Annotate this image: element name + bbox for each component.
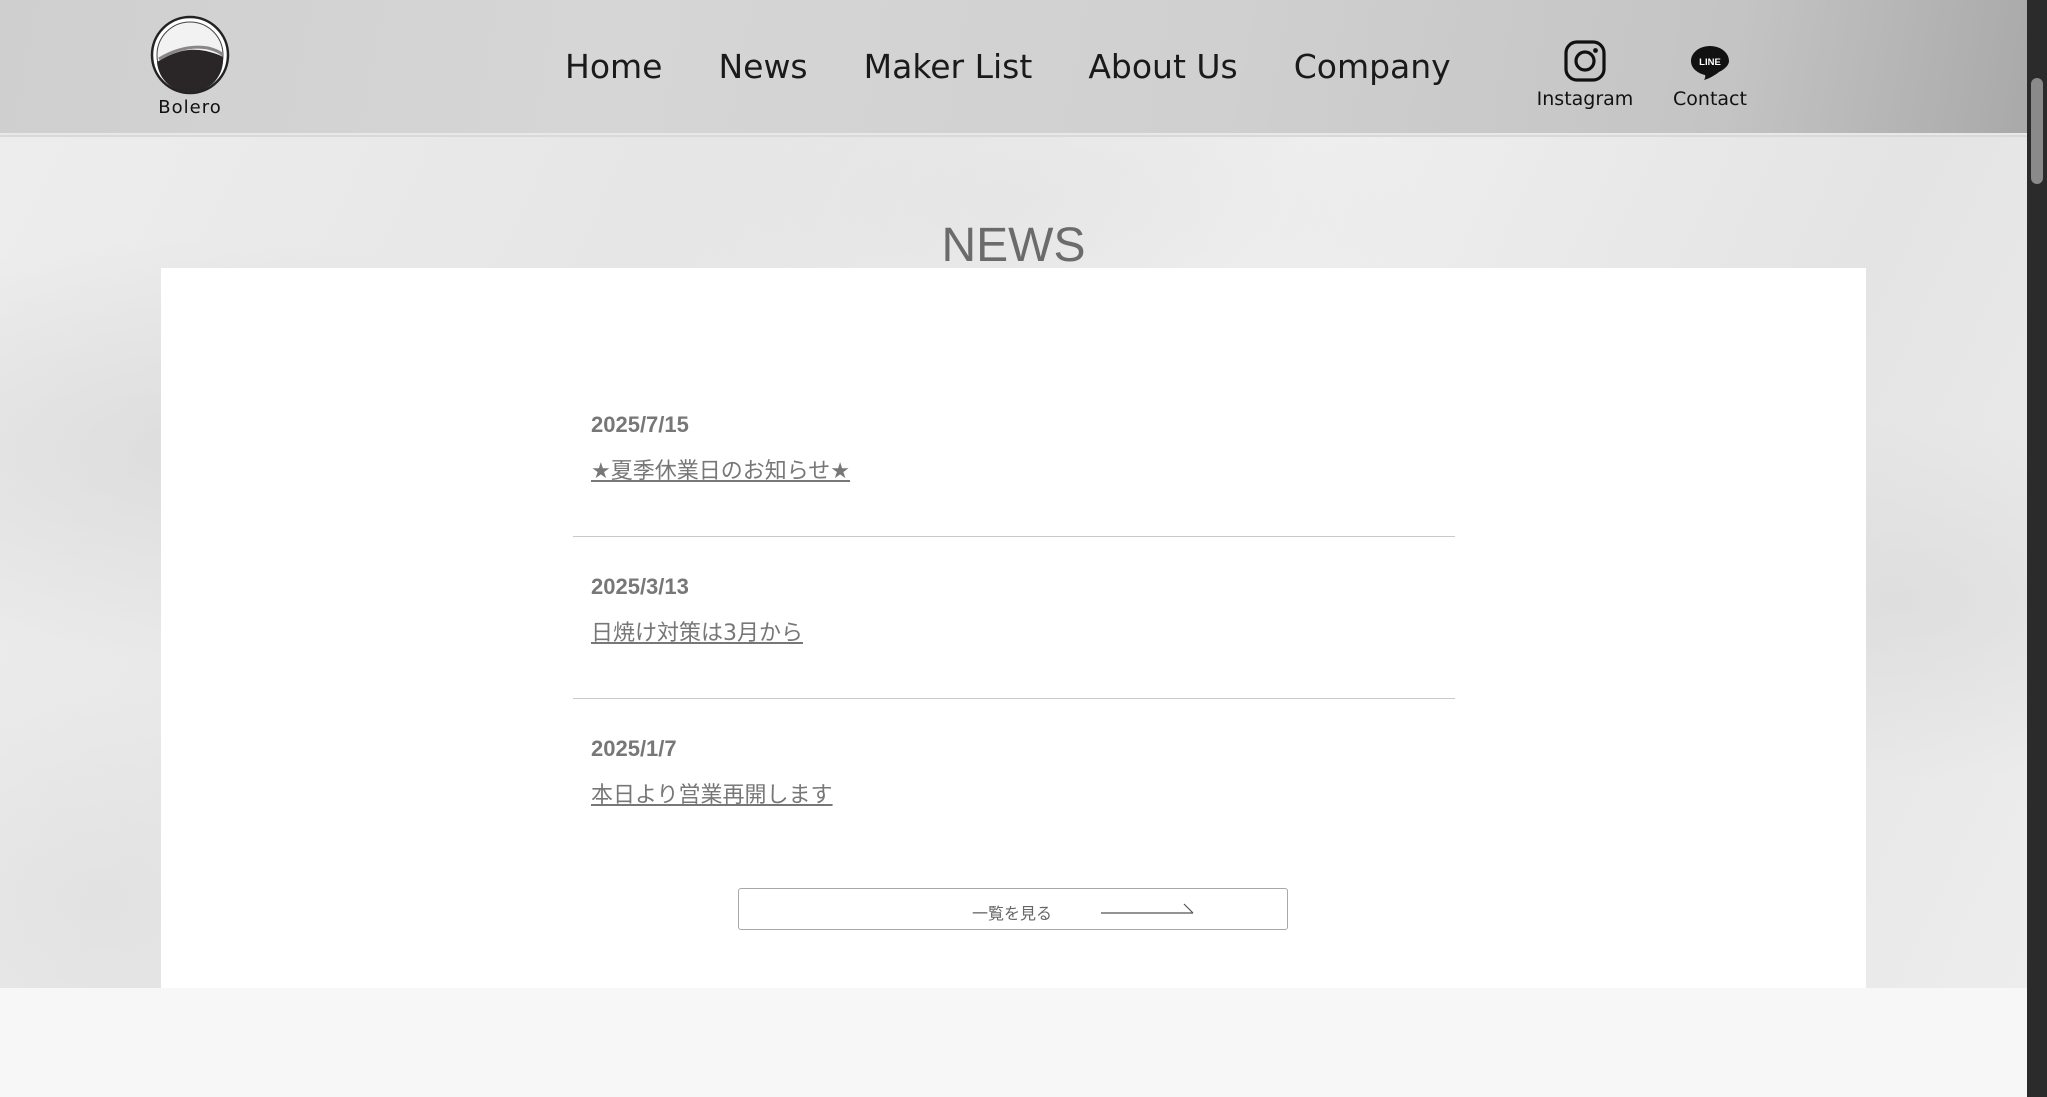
instagram-link[interactable]: Instagram xyxy=(1535,40,1635,110)
news-title-link[interactable]: 本日より営業再開します xyxy=(591,777,833,809)
line-icon-text: LINE xyxy=(1699,57,1721,68)
scrollbar[interactable] xyxy=(2027,0,2047,1097)
instagram-icon xyxy=(1564,40,1606,82)
news-item: 2025/1/7 本日より営業再開します xyxy=(573,699,1455,860)
news-date: 2025/7/15 xyxy=(591,412,689,437)
view-all-label: 一覧を見る xyxy=(972,904,1053,923)
arrow-right-icon xyxy=(1101,903,1194,914)
news-title-link[interactable]: 日焼け対策は3月から xyxy=(591,615,803,647)
news-section-title: NEWS xyxy=(941,219,1086,272)
scrollbar-thumb[interactable] xyxy=(2031,78,2043,184)
logo[interactable]: Bolero xyxy=(148,15,232,118)
news-item: 2025/7/15 ★夏季休業日のお知らせ★ xyxy=(573,375,1455,537)
contact-link[interactable]: LINE Contact xyxy=(1665,44,1755,110)
news-title-link[interactable]: ★夏季休業日のお知らせ★ xyxy=(591,453,850,485)
logo-mark-icon xyxy=(150,15,230,95)
news-item: 2025/3/13 日焼け対策は3月から xyxy=(573,537,1455,699)
news-list: 2025/7/15 ★夏季休業日のお知らせ★ 2025/3/13 日焼け対策は3… xyxy=(573,375,1455,860)
nav-news[interactable]: News xyxy=(718,44,807,90)
contact-label: Contact xyxy=(1673,88,1747,110)
nav-home[interactable]: Home xyxy=(565,44,662,90)
main-nav: Home News Maker List About Us Company xyxy=(565,44,1507,90)
nav-about-us[interactable]: About Us xyxy=(1088,44,1237,90)
logo-text: Bolero xyxy=(158,97,222,118)
news-date: 2025/1/7 xyxy=(591,736,677,761)
view-all-button[interactable]: 一覧を見る xyxy=(738,888,1288,930)
line-chat-icon: LINE xyxy=(1691,46,1729,80)
nav-company[interactable]: Company xyxy=(1294,44,1451,90)
news-date: 2025/3/13 xyxy=(591,574,689,599)
page-footer-area xyxy=(0,988,2027,1097)
instagram-label: Instagram xyxy=(1536,88,1634,110)
site-header: Bolero Home News Maker List About Us Com… xyxy=(0,0,2027,135)
nav-maker-list[interactable]: Maker List xyxy=(864,44,1033,90)
page: Bolero Home News Maker List About Us Com… xyxy=(0,0,2047,1097)
